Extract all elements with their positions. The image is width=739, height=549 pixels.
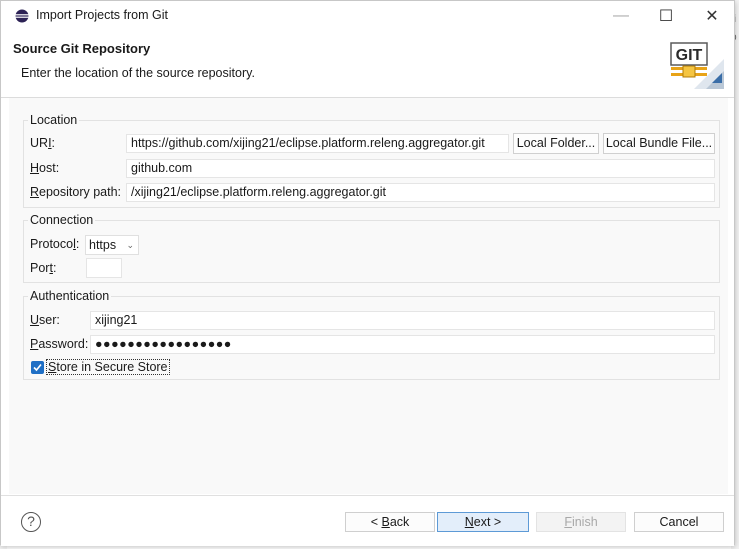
help-icon[interactable]: ? — [21, 512, 41, 532]
repository-path-label: Repository path: — [30, 185, 122, 199]
host-label: Host: — [30, 161, 60, 175]
authentication-group-title: Authentication — [28, 289, 112, 303]
password-label: Password: — [30, 337, 89, 351]
window-title: Import Projects from Git — [36, 8, 168, 22]
user-label: User: — [30, 313, 60, 327]
close-button[interactable]: ✕ — [689, 1, 735, 31]
wizard-header: Source Git Repository Enter the location… — [1, 31, 734, 98]
next-button[interactable]: Next > — [437, 512, 529, 532]
local-bundle-file-button[interactable]: Local Bundle File... — [603, 133, 715, 154]
import-dialog: Import Projects from Git — ☐ ✕ Source Gi… — [0, 0, 735, 546]
page-title: Source Git Repository — [13, 41, 151, 56]
title-bar[interactable]: Import Projects from Git — ☐ ✕ — [1, 1, 734, 31]
page-description: Enter the location of the source reposit… — [21, 66, 255, 80]
protocol-select[interactable]: https ⌄ — [85, 235, 139, 255]
port-label: Port: — [30, 261, 57, 275]
finish-button[interactable]: Finish — [536, 512, 626, 532]
host-input[interactable]: github.com — [126, 159, 715, 178]
eclipse-icon — [15, 9, 29, 23]
user-input[interactable]: xijing21 — [90, 311, 715, 330]
protocol-label: Protocol: — [30, 237, 80, 251]
protocol-value: https — [89, 238, 117, 252]
authentication-group: Authentication User: xijing21 Password: … — [23, 289, 720, 380]
maximize-button[interactable]: ☐ — [643, 1, 689, 31]
connection-group-title: Connection — [28, 213, 96, 227]
connection-group: Connection Protocol: https ⌄ Port: — [23, 213, 720, 283]
password-input[interactable]: ●●●●●●●●●●●●●●●●● — [90, 335, 715, 354]
chevron-down-icon: ⌄ — [126, 240, 134, 250]
back-button[interactable]: < Back — [345, 512, 435, 532]
git-logo-icon: GIT — [670, 42, 724, 89]
cancel-button[interactable]: Cancel — [634, 512, 724, 532]
wizard-content: Location URI: https://github.com/xijing2… — [9, 98, 728, 494]
git-logo-text: GIT — [676, 47, 703, 64]
store-secure-label[interactable]: Store in Secure Store — [46, 359, 170, 375]
uri-input[interactable]: https://github.com/xijing21/eclipse.plat… — [126, 134, 509, 153]
wizard-footer: ? < Back Next > Finish Cancel — [1, 495, 734, 546]
location-group-title: Location — [28, 113, 80, 127]
local-folder-button[interactable]: Local Folder... — [513, 133, 599, 154]
repository-path-input[interactable]: /xijing21/eclipse.platform.releng.aggreg… — [126, 183, 715, 202]
uri-label: URI: — [30, 136, 56, 150]
minimize-button[interactable]: — — [598, 1, 644, 31]
checkmark-icon — [33, 363, 42, 372]
port-input[interactable] — [86, 258, 122, 278]
location-group: Location URI: https://github.com/xijing2… — [23, 113, 720, 208]
store-secure-checkbox[interactable] — [31, 361, 44, 374]
